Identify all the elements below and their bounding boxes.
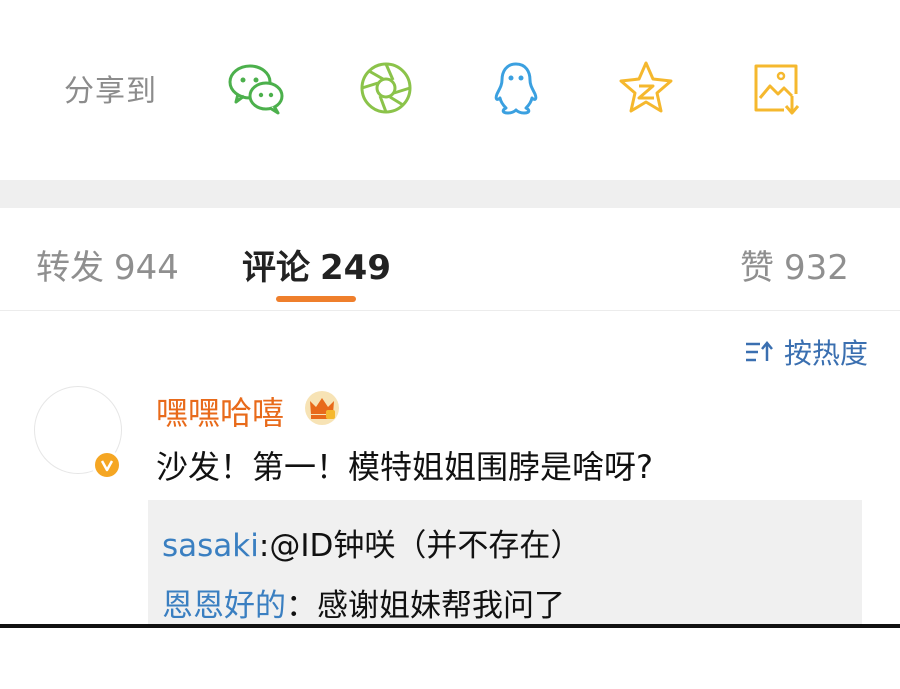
tab-likes[interactable]: 赞 932 xyxy=(740,240,849,289)
reply-list[interactable]: sasaki:@ID钟咲（并不存在） 恩恩好的：感谢姐妹帮我问了 xyxy=(148,500,862,626)
tab-bar: 转发 944 评论 249 赞 932 xyxy=(0,208,900,311)
sort-icon xyxy=(745,341,773,362)
reply-author[interactable]: 恩恩好的 xyxy=(162,588,286,624)
tab-reposts-label: 转发 xyxy=(36,248,104,288)
reply-author[interactable]: sasaki xyxy=(162,528,259,564)
sort-button[interactable]: 按热度 xyxy=(744,332,868,372)
bottom-divider xyxy=(0,624,900,628)
tab-likes-count: 932 xyxy=(784,248,849,288)
reply-separator: : xyxy=(258,528,270,564)
reply-separator: ： xyxy=(286,588,317,624)
reply-item[interactable]: sasaki:@ID钟咲（并不存在） xyxy=(162,520,581,565)
sort-label: 按热度 xyxy=(783,337,868,370)
share-label: 分享到 xyxy=(64,74,157,109)
tab-comments[interactable]: 评论 249 xyxy=(242,240,391,289)
tab-comments-label: 评论 xyxy=(242,248,310,288)
qzone-icon[interactable] xyxy=(616,58,676,118)
section-divider xyxy=(0,180,900,208)
wechat-icon[interactable] xyxy=(226,58,286,118)
tab-likes-label: 赞 xyxy=(740,248,774,288)
verified-badge-icon xyxy=(92,450,122,480)
reply-text: 感谢姐妹帮我问了 xyxy=(317,588,565,624)
reply-item[interactable]: 恩恩好的：感谢姐妹帮我问了 xyxy=(162,580,565,625)
tab-reposts-count: 944 xyxy=(114,248,179,288)
comment-username[interactable]: 嘿嘿哈嘻 xyxy=(156,388,284,434)
share-bar: 分享到 xyxy=(0,0,900,180)
qq-icon[interactable] xyxy=(486,58,546,118)
comment-text: 沙发！第一！模特姐姐围脖是啥呀? xyxy=(156,448,653,486)
save-image-icon[interactable] xyxy=(746,58,806,118)
crown-icon xyxy=(305,391,339,425)
reply-text: @ID钟咲（并不存在） xyxy=(269,528,582,564)
active-tab-indicator xyxy=(276,296,356,302)
tab-reposts[interactable]: 转发 944 xyxy=(36,240,179,289)
moments-icon[interactable] xyxy=(356,58,416,118)
tab-comments-count: 249 xyxy=(320,248,391,288)
